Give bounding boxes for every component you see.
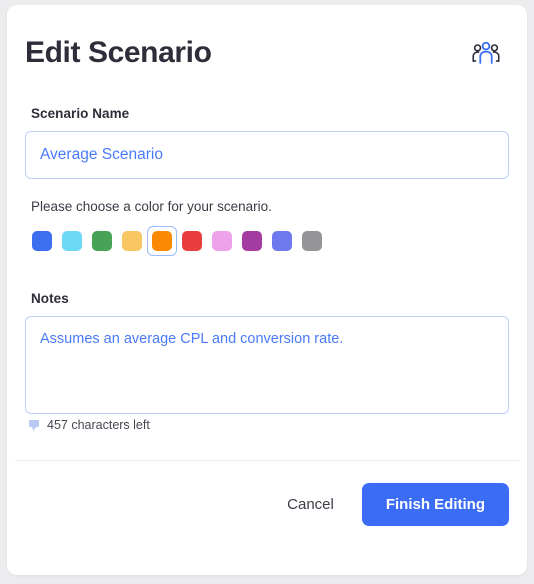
- color-swatch-chip: [122, 231, 142, 251]
- color-swatch-red[interactable]: [177, 226, 207, 256]
- color-swatch-blue[interactable]: [27, 226, 57, 256]
- color-swatch-chip: [32, 231, 52, 251]
- page-title: Edit Scenario: [25, 36, 212, 69]
- color-swatch-purple[interactable]: [237, 226, 267, 256]
- modal-body: Scenario Name Please choose a color for …: [7, 106, 527, 432]
- scenario-name-label: Scenario Name: [31, 106, 130, 121]
- cancel-button[interactable]: Cancel: [269, 485, 352, 524]
- notes-textarea[interactable]: [25, 316, 509, 414]
- color-swatch-periwinkle[interactable]: [267, 226, 297, 256]
- color-swatch-chip: [62, 231, 82, 251]
- color-swatch-chip: [302, 231, 322, 251]
- color-swatch-chip: [242, 231, 262, 251]
- color-swatch-row: [27, 226, 509, 256]
- color-swatch-chip: [182, 231, 202, 251]
- scenario-name-input[interactable]: [25, 131, 509, 179]
- char-count-text: 457 characters left: [47, 418, 150, 432]
- color-swatch-chip: [92, 231, 112, 251]
- color-swatch-pink[interactable]: [207, 226, 237, 256]
- color-picker-helper-text: Please choose a color for your scenario.: [31, 199, 272, 214]
- notes-label: Notes: [31, 291, 69, 306]
- modal-footer: Cancel Finish Editing: [7, 461, 527, 526]
- edit-scenario-modal: Edit Scenario Scenario Name Please choos…: [7, 5, 527, 575]
- modal-header: Edit Scenario: [7, 5, 527, 71]
- finish-editing-button[interactable]: Finish Editing: [361, 483, 509, 526]
- resize-grip-icon[interactable]: [29, 419, 42, 431]
- color-swatch-orange[interactable]: [147, 226, 177, 256]
- people-group-icon: [471, 39, 501, 69]
- color-swatch-light-blue[interactable]: [57, 226, 87, 256]
- char-count-row: 457 characters left: [29, 418, 509, 432]
- color-swatch-chip: [212, 231, 232, 251]
- color-swatch-gray[interactable]: [297, 226, 327, 256]
- color-swatch-chip: [272, 231, 292, 251]
- color-swatch-chip: [152, 231, 172, 251]
- color-swatch-yellow[interactable]: [117, 226, 147, 256]
- color-swatch-green[interactable]: [87, 226, 117, 256]
